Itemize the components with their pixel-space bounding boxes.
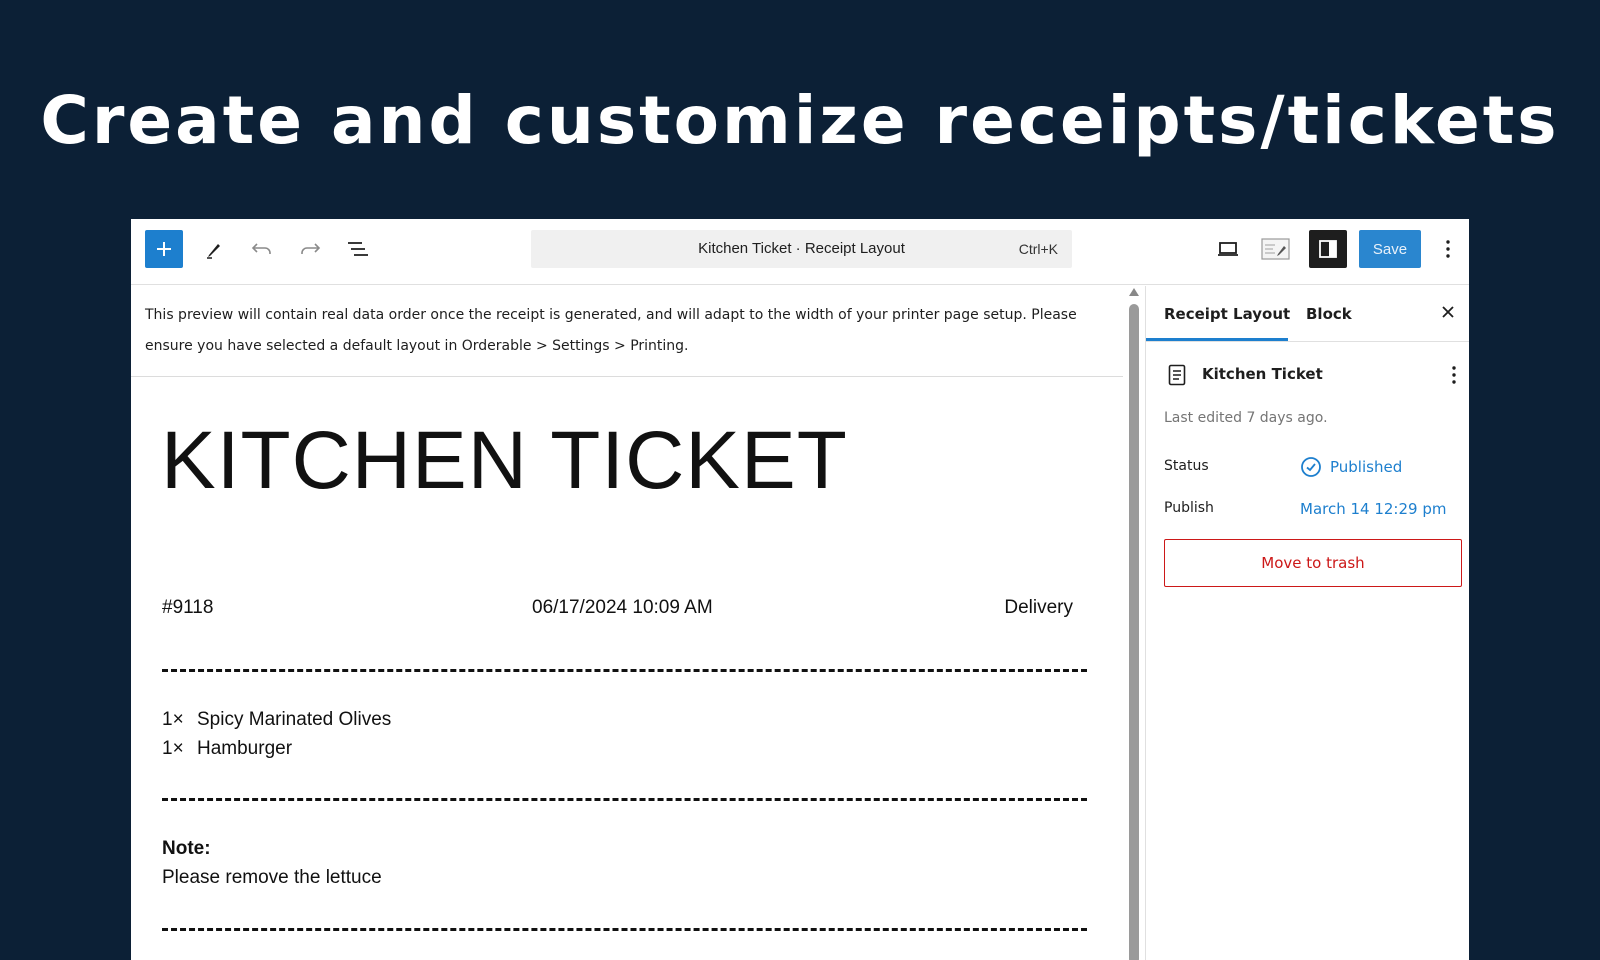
edit-mode-button[interactable] bbox=[1259, 232, 1293, 266]
toolbar: Kitchen Ticket · Receipt Layout Ctrl+K S… bbox=[131, 219, 1469, 285]
publish-label: Publish bbox=[1164, 500, 1214, 516]
order-date[interactable]: 06/17/2024 10:09 AM bbox=[532, 597, 713, 619]
close-icon bbox=[1442, 306, 1454, 318]
item-name: Spicy Marinated Olives bbox=[197, 709, 392, 730]
pen-icon bbox=[207, 244, 220, 259]
editor-canvas[interactable]: This preview will contain real data orde… bbox=[131, 286, 1123, 960]
save-button[interactable]: Save bbox=[1359, 230, 1421, 268]
editor-window: Kitchen Ticket · Receipt Layout Ctrl+K S… bbox=[131, 219, 1469, 960]
settings-sidebar-toggle[interactable] bbox=[1309, 230, 1347, 268]
order-type[interactable]: Delivery bbox=[1004, 597, 1073, 619]
separator bbox=[162, 928, 1087, 931]
last-edited: Last edited 7 days ago. bbox=[1164, 410, 1328, 426]
order-number[interactable]: #9118 bbox=[162, 597, 213, 619]
preview-notice: This preview will contain real data orde… bbox=[131, 286, 1123, 377]
options-button[interactable] bbox=[1433, 232, 1463, 266]
document-title: Kitchen Ticket · Receipt Layout bbox=[698, 240, 905, 257]
tab-block[interactable]: Block bbox=[1306, 305, 1352, 323]
add-block-button[interactable] bbox=[145, 230, 183, 268]
scroll-up-icon[interactable] bbox=[1129, 288, 1139, 296]
plus-icon bbox=[157, 242, 171, 256]
status-label: Status bbox=[1164, 458, 1209, 474]
scroll-thumb[interactable] bbox=[1129, 304, 1139, 960]
more-options-icon bbox=[1452, 366, 1456, 384]
more-options-icon bbox=[1446, 240, 1450, 258]
item-name: Hamburger bbox=[197, 738, 293, 759]
sidebar-tabs: Receipt Layout Block bbox=[1146, 286, 1469, 342]
document-card: Kitchen Ticket bbox=[1164, 362, 1464, 388]
edit-mode-icon bbox=[1261, 238, 1290, 260]
status-button[interactable]: Published bbox=[1300, 456, 1402, 478]
list-item: 1× Spicy Marinated Olives bbox=[162, 709, 391, 738]
ticket-title[interactable]: KITCHEN TICKET bbox=[161, 420, 848, 502]
tools-button[interactable] bbox=[197, 232, 231, 266]
redo-icon bbox=[301, 243, 321, 254]
preview-notice-text: This preview will contain real data orde… bbox=[145, 307, 1077, 354]
redo-button[interactable] bbox=[293, 232, 327, 266]
headline: Create and customize receipts/tickets bbox=[40, 82, 1560, 159]
separator bbox=[162, 798, 1087, 801]
order-items[interactable]: 1× Spicy Marinated Olives 1× Hamburger bbox=[162, 709, 391, 767]
publish-date-button[interactable]: March 14 12:29 pm bbox=[1300, 500, 1446, 518]
list-view-icon bbox=[348, 242, 368, 256]
item-quantity: 1× bbox=[162, 738, 184, 759]
view-button[interactable] bbox=[1211, 232, 1245, 266]
editor-scrollbar[interactable] bbox=[1123, 286, 1145, 960]
tab-receipt-layout[interactable]: Receipt Layout bbox=[1164, 305, 1290, 323]
published-check-icon bbox=[1301, 457, 1321, 477]
undo-button[interactable] bbox=[245, 232, 279, 266]
note-text[interactable]: Please remove the lettuce bbox=[162, 867, 382, 889]
close-sidebar-button[interactable] bbox=[1436, 300, 1460, 324]
document-actions-button[interactable] bbox=[1444, 362, 1464, 388]
item-quantity: 1× bbox=[162, 709, 184, 730]
separator bbox=[162, 669, 1087, 672]
list-item: 1× Hamburger bbox=[162, 738, 391, 767]
note-label[interactable]: Note: bbox=[162, 838, 211, 860]
desktop-view-icon bbox=[1218, 242, 1238, 256]
status-value: Published bbox=[1330, 458, 1403, 476]
shortcut-hint: Ctrl+K bbox=[1018, 241, 1058, 257]
list-view-button[interactable] bbox=[341, 232, 375, 266]
undo-icon bbox=[251, 243, 271, 254]
settings-sidebar: Receipt Layout Block Kitchen Ticket Last… bbox=[1145, 286, 1469, 960]
sidebar-toggle-icon bbox=[1319, 240, 1337, 258]
active-tab-indicator bbox=[1146, 338, 1288, 341]
command-palette[interactable]: Kitchen Ticket · Receipt Layout Ctrl+K bbox=[531, 230, 1072, 268]
document-name: Kitchen Ticket bbox=[1202, 365, 1323, 383]
document-icon bbox=[1168, 364, 1186, 391]
move-to-trash-button[interactable]: Move to trash bbox=[1164, 539, 1462, 587]
